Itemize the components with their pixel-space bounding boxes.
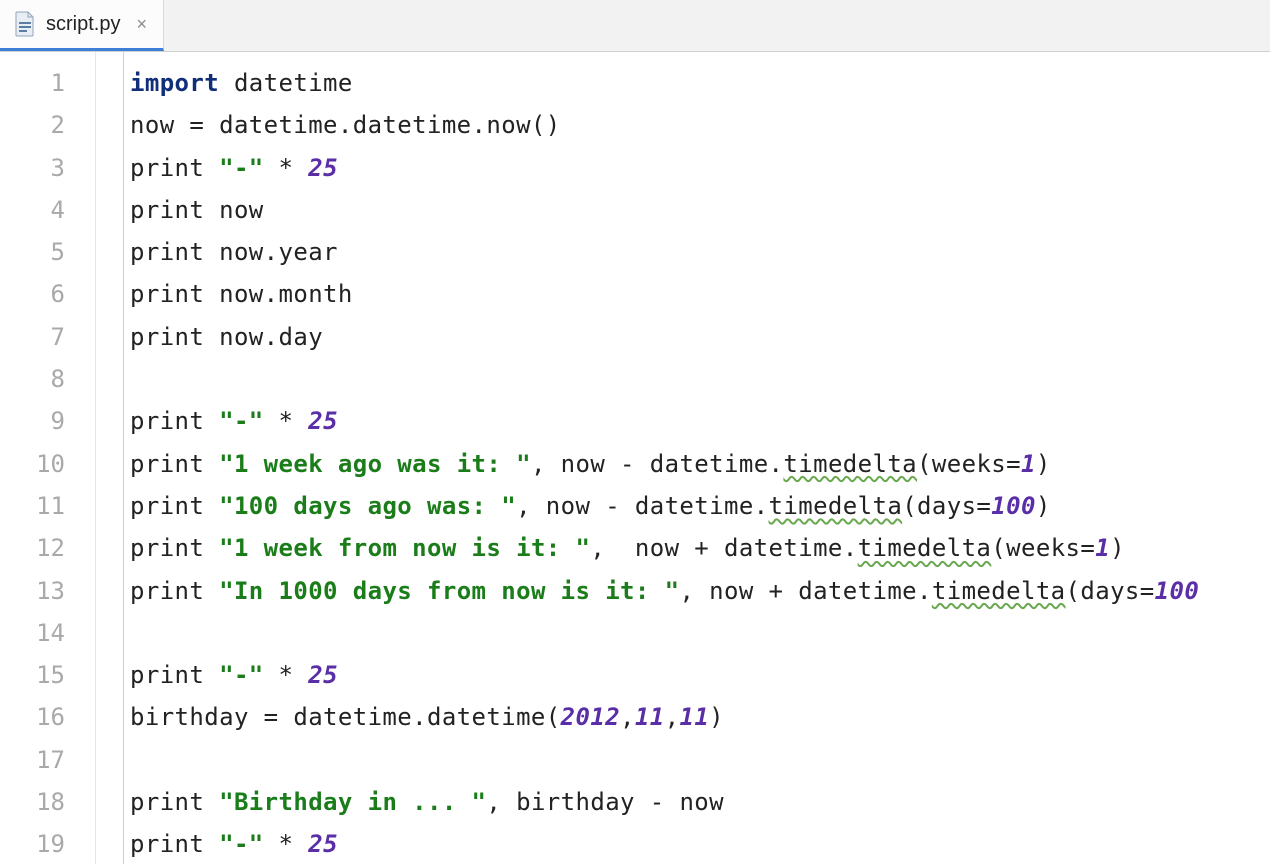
code-line[interactable]: print "-" * 25 bbox=[130, 147, 1270, 189]
code-line[interactable]: now = datetime.datetime.now() bbox=[130, 104, 1270, 146]
line-number: 16 bbox=[0, 696, 95, 738]
line-number: 13 bbox=[0, 570, 95, 612]
code-line[interactable] bbox=[130, 612, 1270, 654]
code-area[interactable]: import datetimenow = datetime.datetime.n… bbox=[124, 52, 1270, 864]
editor: 12345678910111213141516171819 import dat… bbox=[0, 52, 1270, 864]
line-number: 4 bbox=[0, 189, 95, 231]
line-number: 17 bbox=[0, 739, 95, 781]
line-number: 2 bbox=[0, 104, 95, 146]
code-line[interactable]: print now.year bbox=[130, 231, 1270, 273]
code-line[interactable]: print now.day bbox=[130, 316, 1270, 358]
python-file-icon bbox=[14, 11, 36, 37]
code-line[interactable] bbox=[130, 739, 1270, 781]
code-line[interactable] bbox=[130, 358, 1270, 400]
tab-label: script.py bbox=[46, 13, 120, 36]
tab-script-py[interactable]: script.py × bbox=[0, 0, 164, 51]
line-number: 10 bbox=[0, 443, 95, 485]
code-line[interactable]: birthday = datetime.datetime(2012,11,11) bbox=[130, 696, 1270, 738]
line-number: 5 bbox=[0, 231, 95, 273]
code-line[interactable]: print "-" * 25 bbox=[130, 654, 1270, 696]
line-number: 11 bbox=[0, 485, 95, 527]
line-number: 12 bbox=[0, 527, 95, 569]
code-line[interactable]: print "1 week ago was it: ", now - datet… bbox=[130, 443, 1270, 485]
code-line[interactable]: print "-" * 25 bbox=[130, 400, 1270, 442]
code-line[interactable]: print "1 week from now is it: ", now + d… bbox=[130, 527, 1270, 569]
fold-gutter bbox=[96, 52, 124, 864]
line-number: 19 bbox=[0, 823, 95, 864]
code-line[interactable]: print "-" * 25 bbox=[130, 823, 1270, 864]
line-number: 3 bbox=[0, 147, 95, 189]
tab-bar: script.py × bbox=[0, 0, 1270, 52]
close-icon[interactable]: × bbox=[136, 15, 147, 33]
code-line[interactable]: print now bbox=[130, 189, 1270, 231]
line-number: 7 bbox=[0, 316, 95, 358]
line-number: 1 bbox=[0, 62, 95, 104]
line-number: 6 bbox=[0, 273, 95, 315]
code-line[interactable]: print "100 days ago was: ", now - dateti… bbox=[130, 485, 1270, 527]
code-line[interactable]: print "Birthday in ... ", birthday - now bbox=[130, 781, 1270, 823]
line-number: 8 bbox=[0, 358, 95, 400]
code-line[interactable]: import datetime bbox=[130, 62, 1270, 104]
line-number: 14 bbox=[0, 612, 95, 654]
line-number: 9 bbox=[0, 400, 95, 442]
line-number: 15 bbox=[0, 654, 95, 696]
code-line[interactable]: print now.month bbox=[130, 273, 1270, 315]
line-number: 18 bbox=[0, 781, 95, 823]
line-number-gutter: 12345678910111213141516171819 bbox=[0, 52, 96, 864]
code-line[interactable]: print "In 1000 days from now is it: ", n… bbox=[130, 570, 1270, 612]
